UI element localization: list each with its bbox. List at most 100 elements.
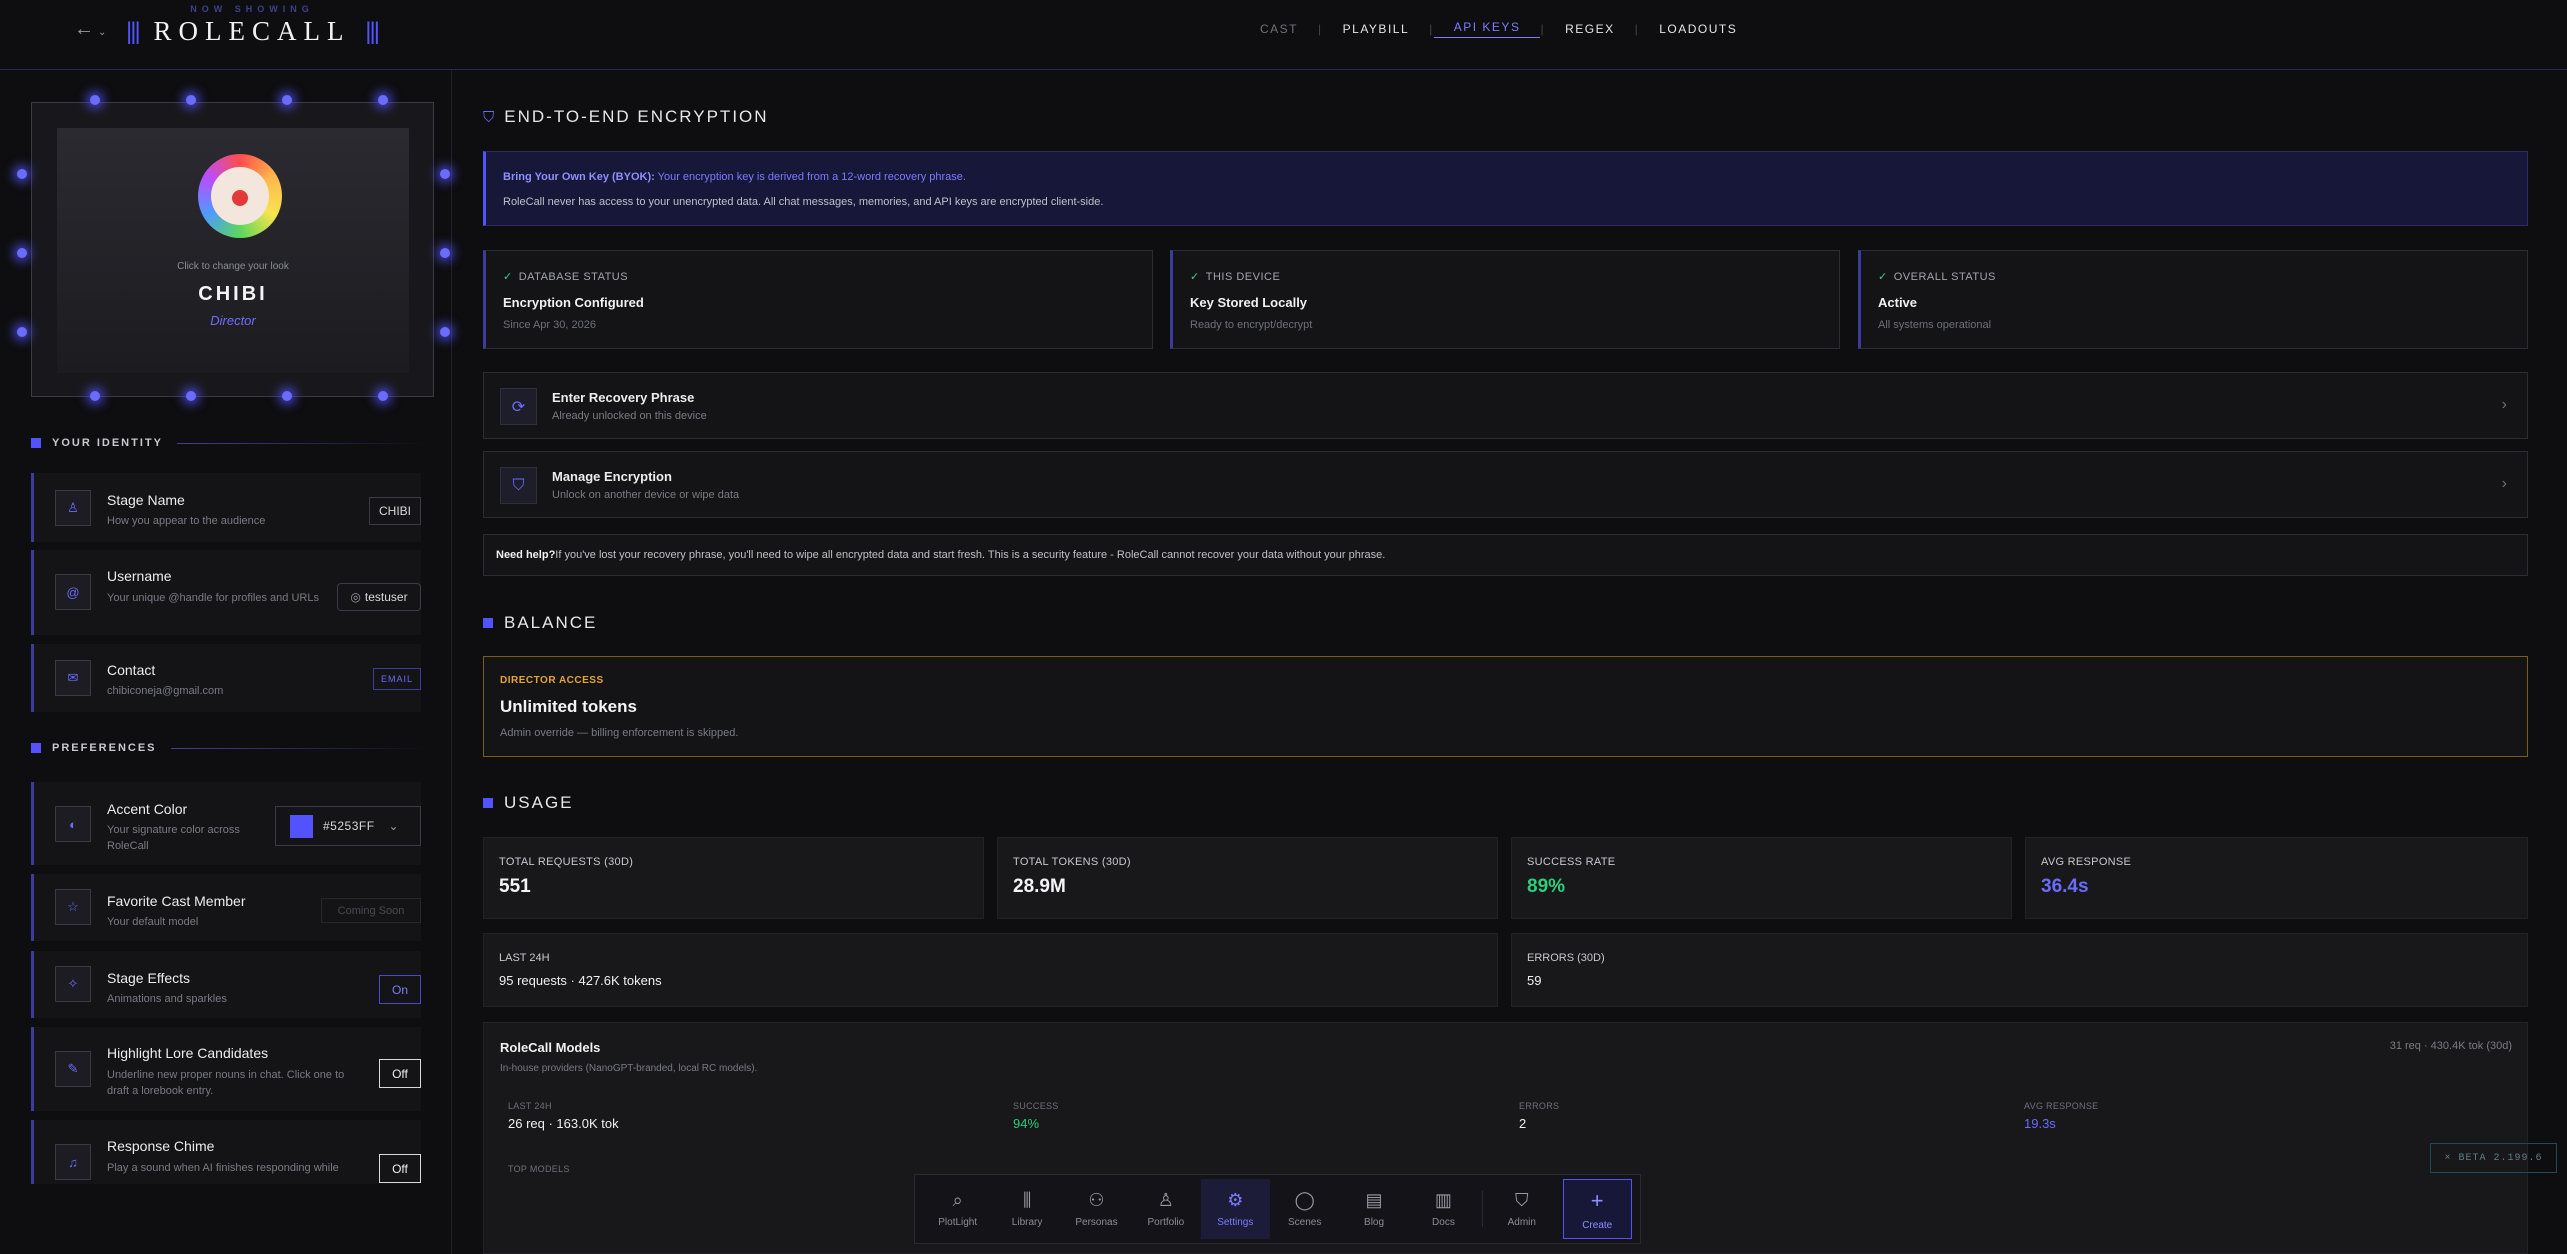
response-chime-row: ♫ Response Chime Play a sound when AI fi…: [31, 1120, 421, 1184]
palette-icon: ◐: [55, 806, 91, 842]
response-chime-label: Response Chime: [107, 1138, 215, 1154]
tab-cast[interactable]: CAST: [1240, 22, 1318, 36]
tab-regex[interactable]: REGEX: [1545, 22, 1635, 36]
total-requests-card: TOTAL REQUESTS (30D) 551: [483, 837, 984, 919]
dock-library[interactable]: ⫼ Library: [992, 1179, 1061, 1239]
models-errors: ERRORS 2: [1519, 1101, 1559, 1131]
dock-settings[interactable]: ⚙ Settings: [1200, 1179, 1270, 1239]
manage-sub: Unlock on another device or wipe data: [552, 489, 740, 501]
book-icon: ▤: [1365, 1190, 1383, 1210]
last-24h-card: LAST 24H 95 requests · 427.6K tokens: [483, 933, 1498, 1007]
marquee-light: [282, 95, 292, 105]
bell-icon: ♫: [55, 1144, 91, 1180]
dock-label: Create: [1582, 1219, 1613, 1231]
help-note: Need help?If you've lost your recovery p…: [483, 534, 2528, 576]
dock-docs[interactable]: ▥ Docs: [1409, 1179, 1478, 1239]
logo[interactable]: NOW SHOWING ROLECALL ||| |||: [126, 4, 380, 60]
logo-tagline: NOW SHOWING: [190, 4, 314, 14]
stage-effects-sub: Animations and sparkles: [107, 993, 227, 1005]
accent-color-sub: Your signature color across RoleCall: [107, 824, 240, 852]
dock-blog[interactable]: ▤ Blog: [1339, 1179, 1408, 1239]
favorite-cast-row: ☆ Favorite Cast Member Your default mode…: [31, 874, 421, 941]
avatar[interactable]: [198, 154, 282, 238]
beta-badge[interactable]: × BETA 2.199.6: [2430, 1143, 2557, 1173]
username-label: Username: [107, 568, 172, 584]
dock-label: Portfolio: [1147, 1217, 1185, 1228]
top-models-label: TOP MODELS: [508, 1164, 570, 1174]
stage-name-input[interactable]: CHIBI: [369, 497, 421, 525]
chevron-down-icon: ⌄: [388, 819, 399, 833]
identity-heading: YOUR IDENTITY: [31, 437, 427, 449]
user-icon: ♙: [55, 490, 91, 526]
models-success-value: 94%: [1013, 1116, 1040, 1131]
refresh-icon: ⟳: [500, 388, 537, 425]
chevron-right-icon: ›: [2501, 475, 2507, 492]
usage-heading: USAGE: [483, 793, 574, 813]
heading-rule: [170, 747, 431, 749]
chevron-right-icon: ›: [2501, 396, 2507, 413]
success-rate-value: 89%: [1527, 876, 1566, 897]
dock-label: Scenes: [1287, 1217, 1322, 1228]
recovery-phrase-button[interactable]: ⟳ Enter Recovery Phrase Already unlocked…: [483, 372, 2528, 439]
dock-label: Docs: [1432, 1217, 1455, 1228]
dock-label: Personas: [1075, 1217, 1118, 1228]
last-24h-value: 95 requests · 427.6K tokens: [499, 973, 662, 988]
manage-encryption-button[interactable]: ⛉ Manage Encryption Unlock on another de…: [483, 451, 2528, 518]
device-status-label: THIS DEVICE: [1205, 271, 1281, 283]
check-circle-icon: ✓: [1190, 271, 1200, 283]
person-icon: ♙: [1157, 1190, 1174, 1210]
heading-marker: [31, 743, 41, 753]
marquee-light: [186, 391, 196, 401]
models-avg-response: AVG RESPONSE 19.3s: [2024, 1101, 2098, 1131]
heading-marker: [483, 798, 493, 808]
back-button[interactable]: ← ⌄: [74, 18, 106, 41]
response-chime-toggle[interactable]: Off: [379, 1154, 421, 1183]
marquee-light: [17, 248, 27, 258]
lore-toggle[interactable]: Off: [379, 1059, 421, 1088]
database-status-sub: Since Apr 30, 2026: [503, 319, 596, 331]
models-last-24h: LAST 24H 26 req · 163.0K tok: [508, 1101, 619, 1131]
favorite-cast-sub: Your default model: [107, 916, 199, 928]
arrow-left-icon: ←: [74, 18, 94, 40]
mail-icon: ✉: [55, 660, 91, 696]
marquee-light: [440, 169, 450, 179]
tab-playbill[interactable]: PLAYBILL: [1323, 22, 1429, 36]
byok-bold: Bring Your Own Key (BYOK):: [503, 171, 655, 183]
stage-effects-label: Stage Effects: [107, 970, 191, 986]
dock-label: PlotLight: [938, 1217, 978, 1228]
marquee-light: [90, 95, 100, 105]
dock-portfolio[interactable]: ♙ Portfolio: [1131, 1179, 1200, 1239]
errors-card: ERRORS (30D) 59: [1511, 933, 2528, 1007]
stage-name-sub: How you appear to the audience: [107, 515, 266, 527]
tab-loadouts[interactable]: LOADOUTS: [1639, 22, 1757, 36]
marquee-light: [378, 95, 388, 105]
marquee-light: [440, 248, 450, 258]
tab-api-keys[interactable]: API KEYS: [1433, 20, 1541, 38]
dock-scenes[interactable]: ◯ Scenes: [1270, 1179, 1339, 1239]
models-success: SUCCESS 94%: [1013, 1101, 1059, 1131]
username-row: @ Username Your unique @handle for profi…: [31, 550, 421, 635]
accent-color-label: Accent Color: [107, 801, 188, 817]
dock-create[interactable]: + Create: [1562, 1179, 1632, 1239]
device-status-card: ✓ THIS DEVICE Key Stored Locally Ready to…: [1170, 250, 1840, 349]
username-input[interactable]: ◎ testuser: [337, 583, 421, 611]
overall-status-key: ✓ OVERALL STATUS: [1878, 270, 1996, 283]
stage-effects-row: ✧ Stage Effects Animations and sparkles …: [31, 951, 421, 1018]
balance-title: BALANCE: [504, 613, 598, 632]
dock-admin[interactable]: ⛉ Admin: [1487, 1179, 1556, 1239]
library-icon: ⫼: [1022, 1190, 1032, 1210]
dock-personas[interactable]: ⚇ Personas: [1062, 1179, 1131, 1239]
total-requests-value: 551: [499, 876, 531, 897]
preferences-heading: PREFERENCES: [31, 742, 431, 754]
models-summary: 31 req · 430.4K tok (30d): [2389, 1040, 2512, 1052]
avatar-hint: Click to change your look: [177, 261, 289, 272]
heading-marker: [483, 618, 493, 628]
at-icon: @: [55, 574, 91, 610]
device-status-value: Key Stored Locally: [1190, 295, 1308, 310]
accent-color-select[interactable]: #5253FF ⌄: [275, 806, 421, 846]
dock-label: Settings: [1217, 1217, 1254, 1228]
logo-name: ROLECALL: [153, 16, 351, 46]
stage-effects-toggle[interactable]: On: [379, 975, 421, 1004]
contact-email: chibiconeja@gmail.com: [107, 685, 224, 697]
dock-plotlight[interactable]: ⌕ PlotLight: [923, 1179, 992, 1239]
